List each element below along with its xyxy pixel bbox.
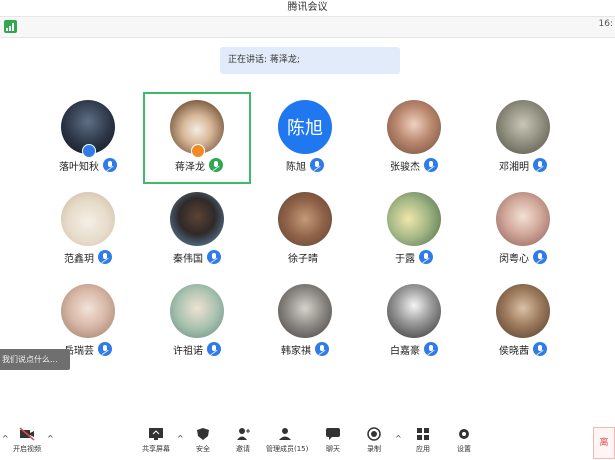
avatar: 陈旭 [278, 100, 332, 154]
microphone-icon [533, 250, 547, 264]
microphone-icon [533, 158, 547, 172]
microphone-icon [315, 342, 329, 356]
microphone-icon [207, 342, 221, 356]
avatar [496, 192, 550, 246]
avatar [496, 284, 550, 338]
leave-button[interactable]: 离 [593, 427, 615, 459]
participant-name: 张骏杰 [390, 161, 420, 173]
speaking-banner: 正在讲话: 蒋泽龙; [220, 47, 400, 74]
gear-icon [459, 429, 469, 439]
signal-icon[interactable] [4, 20, 17, 33]
apps-grid-icon [417, 428, 429, 440]
avatar [61, 284, 115, 338]
participant-tile[interactable]: 许祖诺 [143, 276, 251, 368]
participant-name: 韩家祺 [281, 345, 311, 357]
participant-name: 邓湘明 [499, 161, 529, 173]
share-options-chevron-icon[interactable]: ^ [177, 434, 184, 443]
invite-button[interactable]: 邀请 [224, 427, 262, 460]
avatar [170, 284, 224, 338]
shield-icon [197, 428, 209, 440]
record-icon [367, 427, 381, 441]
chat-preview[interactable]: 我们说点什么... [0, 349, 70, 370]
top-bar: 16: [0, 16, 615, 38]
avatar [170, 192, 224, 246]
add-user-icon [237, 428, 250, 440]
participant-tile[interactable]: 闵粤心 [469, 184, 577, 276]
chat-button[interactable]: 聊天 [314, 427, 352, 460]
participant-name: 于露 [395, 253, 415, 265]
microphone-icon [207, 250, 221, 264]
participant-name: 范鑫玥 [64, 253, 94, 265]
security-button[interactable]: 安全 [184, 427, 222, 460]
participant-tile[interactable]: 侯晓茜 [469, 276, 577, 368]
settings-button[interactable]: 设置 [445, 427, 483, 460]
avatar [387, 192, 441, 246]
microphone-icon [103, 158, 117, 172]
avatar [278, 284, 332, 338]
microphone-speaking-icon [209, 158, 223, 172]
video-options-chevron-icon[interactable]: ^ [47, 434, 54, 443]
participant-tile[interactable]: 韩家祺 [251, 276, 359, 368]
participant-name: 白嘉豪 [390, 345, 420, 357]
participant-name: 陈旭 [286, 161, 306, 173]
participant-tile[interactable]: 张骏杰 [360, 92, 468, 184]
chat-bubble-icon [326, 428, 340, 440]
avatar [278, 192, 332, 246]
participant-name: 落叶知秋 [59, 161, 99, 173]
participant-tile[interactable]: 于露 [360, 184, 468, 276]
avatar [387, 100, 441, 154]
participant-tile[interactable]: 陈旭 陈旭 [251, 92, 359, 184]
participant-tile[interactable]: 徐子晴 [251, 184, 359, 276]
bottom-toolbar: ^ 开启视频 ^ 共享屏幕 ^ 安全 邀请 管理成员(15) 聊天 录制 ^ 应… [0, 424, 615, 460]
participant-name: 许祖诺 [173, 345, 203, 357]
avatar [387, 284, 441, 338]
participant-name: 秦伟国 [173, 253, 203, 265]
participant-name: 蒋泽龙 [175, 161, 205, 173]
avatar [61, 192, 115, 246]
title-bar: 腾讯会议 [287, 2, 328, 13]
share-screen-button[interactable]: 共享屏幕 [137, 427, 175, 460]
view-switch[interactable]: 16: [599, 19, 615, 29]
microphone-icon [533, 342, 547, 356]
microphone-icon [98, 342, 112, 356]
participant-tile-active[interactable]: 蒋泽龙 [143, 92, 251, 184]
share-screen-icon [149, 428, 163, 440]
record-button[interactable]: 录制 [355, 427, 393, 460]
open-video-button[interactable]: 开启视频 [8, 427, 46, 460]
microphone-icon [98, 250, 112, 264]
microphone-icon [424, 342, 438, 356]
participant-tile[interactable]: 白嘉豪 [360, 276, 468, 368]
participant-tile[interactable]: 邓湘明 [469, 92, 577, 184]
participant-name: 侯晓茜 [499, 345, 529, 357]
microphone-icon [424, 158, 438, 172]
apps-button[interactable]: 应用 [404, 427, 442, 460]
avatar [496, 100, 550, 154]
microphone-icon [419, 250, 433, 264]
microphone-icon [310, 158, 324, 172]
participant-name: 徐子晴 [288, 253, 318, 265]
participant-tile[interactable]: 秦伟国 [143, 184, 251, 276]
manage-members-button[interactable]: 管理成员(15) [266, 427, 308, 460]
participant-name: 闵粤心 [499, 253, 529, 265]
members-icon [279, 428, 291, 440]
participant-tile[interactable]: 落叶知秋 [34, 92, 142, 184]
record-options-chevron-icon[interactable]: ^ [395, 434, 402, 443]
participant-tile[interactable]: 范鑫玥 [34, 184, 142, 276]
video-off-icon [19, 427, 35, 441]
